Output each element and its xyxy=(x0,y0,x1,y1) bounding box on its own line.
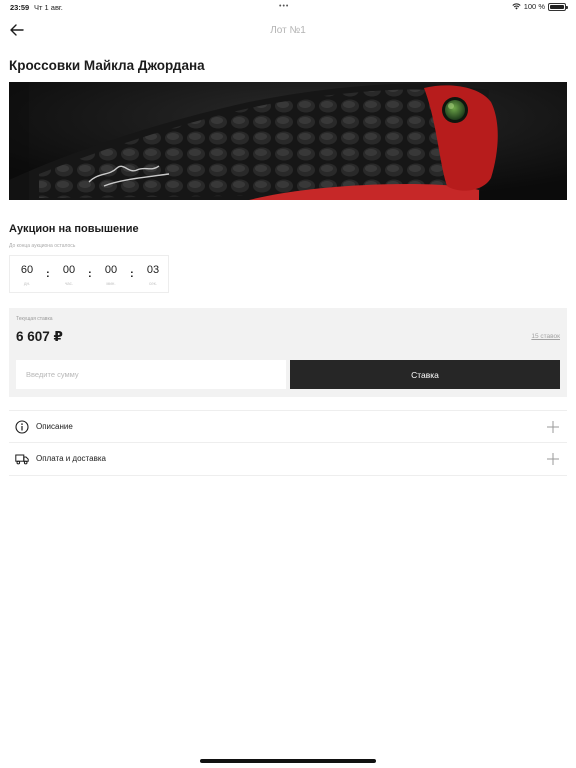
battery-icon xyxy=(548,2,568,11)
countdown-caption: До конца аукциона осталось xyxy=(9,243,76,249)
home-indicator[interactable] xyxy=(200,759,376,763)
current-bid-amount: 6 607 ₽ xyxy=(16,329,63,344)
countdown-days: 60 дн. xyxy=(11,256,43,292)
status-date: Чт 1 авг. xyxy=(34,3,63,12)
lot-title: Кроссовки Майкла Джордана xyxy=(9,58,205,73)
countdown-days-value: 60 xyxy=(20,264,34,276)
countdown-separator: : xyxy=(88,268,92,280)
countdown-separator: : xyxy=(46,268,50,280)
multitasking-dots[interactable]: ••• xyxy=(279,3,289,10)
nav-title: Лот №1 xyxy=(270,25,306,36)
auction-heading: Аукцион на повышение xyxy=(9,223,139,235)
place-bid-button[interactable]: Ставка xyxy=(290,360,560,389)
navigation-bar: Лот №1 xyxy=(0,18,576,44)
bids-count-link[interactable]: 15 ставок xyxy=(531,333,560,340)
description-label: Описание xyxy=(36,422,73,431)
expand-plus-icon[interactable] xyxy=(546,452,560,466)
lot-screen: 23:59 Чт 1 авг. ••• 100 % Лот №1 Кроссов… xyxy=(0,0,576,768)
countdown-separator: : xyxy=(130,268,134,280)
expand-plus-icon[interactable] xyxy=(546,420,560,434)
countdown-seconds-unit: сек. xyxy=(149,281,157,286)
info-icon xyxy=(15,420,29,434)
bid-amount-input[interactable] xyxy=(16,360,286,389)
current-bid-caption: Текущая ставка xyxy=(16,316,53,322)
payment-delivery-label: Оплата и доставка xyxy=(36,454,106,463)
countdown-seconds-value: 03 xyxy=(146,264,160,276)
sneaker-photo xyxy=(9,82,567,200)
battery-percent: 100 % xyxy=(523,2,545,11)
payment-delivery-row[interactable]: Оплата и доставка xyxy=(9,442,567,476)
status-bar: 23:59 Чт 1 авг. ••• 100 % xyxy=(0,0,576,14)
status-indicators: 100 % xyxy=(512,2,568,11)
countdown-minutes: 00 мин. xyxy=(95,256,127,292)
countdown-hours: 00 час. xyxy=(53,256,85,292)
countdown-minutes-unit: мин. xyxy=(106,281,116,286)
countdown-hours-value: 00 xyxy=(62,264,76,276)
countdown-timer: 60 дн. : 00 час. : 00 мин. : 03 сек. xyxy=(9,255,169,293)
countdown-hours-unit: час. xyxy=(64,281,74,286)
bid-panel: Текущая ставка 6 607 ₽ 15 ставок Ставка xyxy=(9,308,567,397)
wifi-icon xyxy=(512,3,521,10)
countdown-minutes-value: 00 xyxy=(104,264,118,276)
truck-icon xyxy=(15,454,29,465)
countdown-seconds: 03 сек. xyxy=(137,256,169,292)
lot-image[interactable] xyxy=(9,82,567,200)
countdown-days-unit: дн. xyxy=(23,281,31,286)
description-row[interactable]: Описание xyxy=(9,410,567,443)
status-time: 23:59 xyxy=(10,3,30,12)
